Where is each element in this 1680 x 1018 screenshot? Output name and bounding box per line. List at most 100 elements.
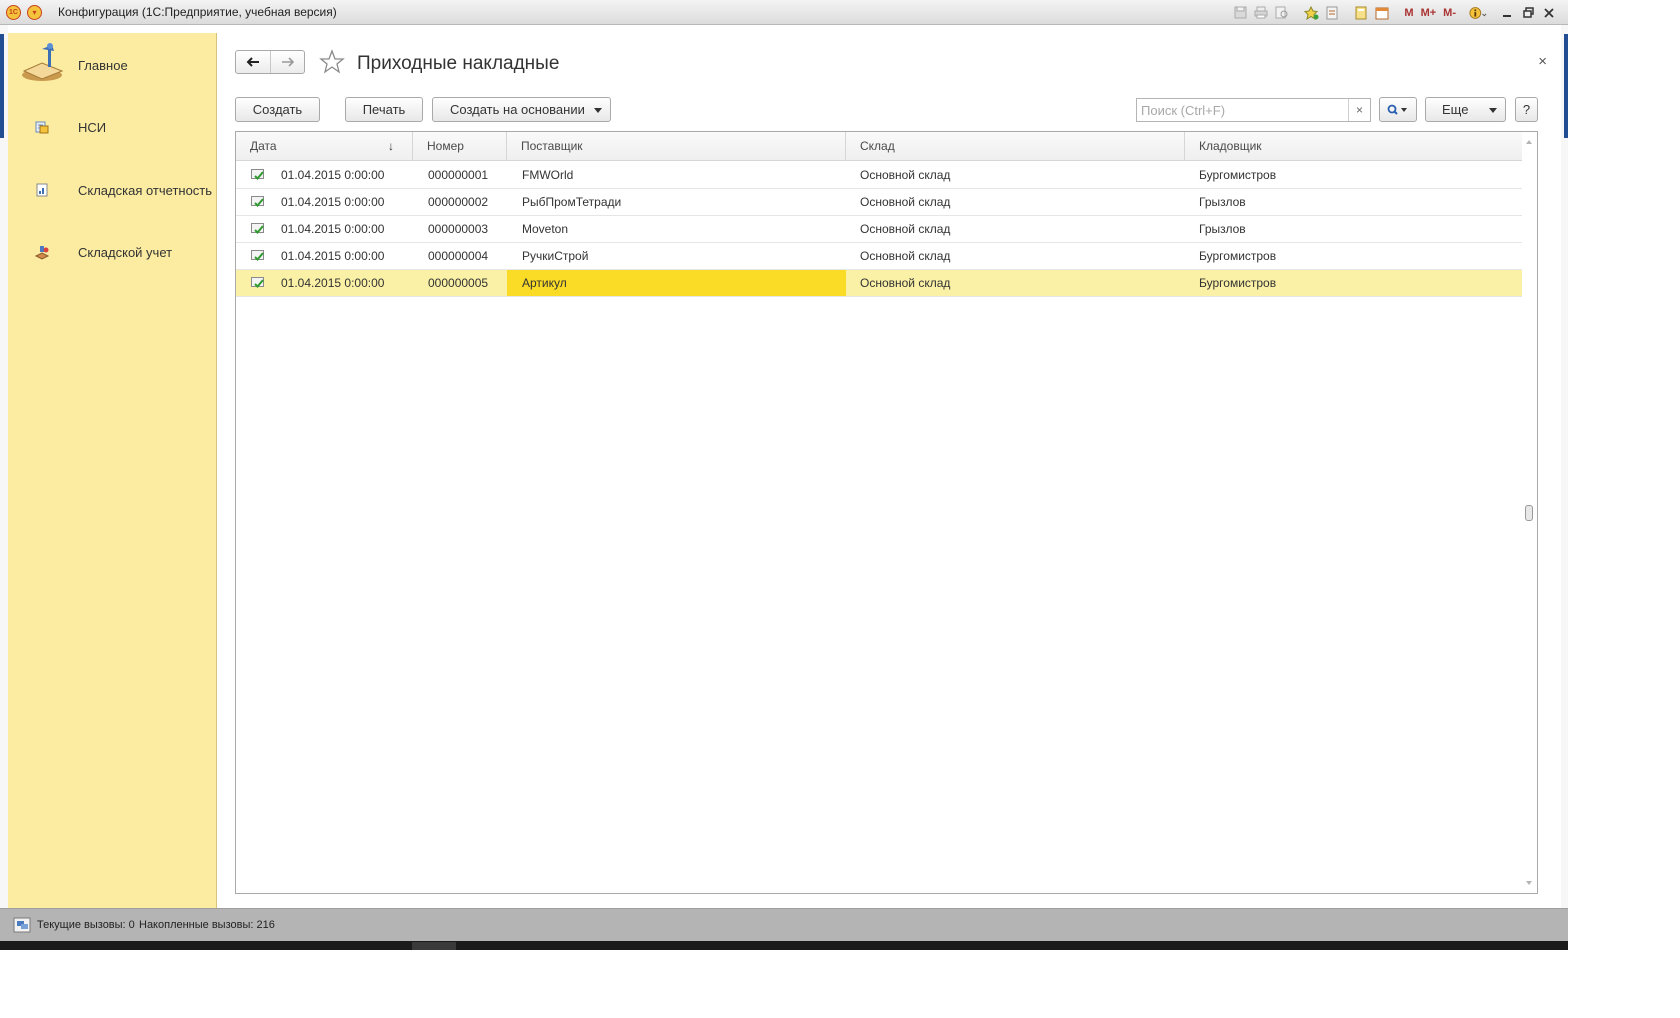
- cell-storekeeper[interactable]: Бургомистров: [1185, 162, 1523, 188]
- current-calls-text: Текущие вызовы: 0: [37, 919, 135, 931]
- column-header-storekeeper[interactable]: Кладовщик: [1185, 132, 1523, 161]
- vertical-scrollbar[interactable]: [1522, 132, 1537, 893]
- cell-supplier[interactable]: Moveton: [507, 216, 846, 242]
- link-icon[interactable]: [1323, 4, 1341, 22]
- cell-storekeeper[interactable]: Грызлов: [1185, 216, 1523, 242]
- documents-table[interactable]: Дата ↓ Номер Поставщик Склад Кладовщик 0…: [235, 131, 1538, 894]
- posted-document-icon: [251, 277, 264, 288]
- cell-storekeeper[interactable]: Грызлов: [1185, 189, 1523, 215]
- memory-button[interactable]: M: [1402, 4, 1415, 22]
- cell-number[interactable]: 000000003: [428, 216, 507, 242]
- back-button[interactable]: [236, 51, 270, 73]
- memory-add-button[interactable]: M+: [1419, 4, 1439, 22]
- section-item-nsi[interactable]: НСИ: [8, 107, 217, 147]
- scroll-down-icon[interactable]: [1526, 881, 1532, 885]
- search-clear-button[interactable]: ×: [1348, 99, 1370, 121]
- cell-warehouse[interactable]: Основной склад: [846, 243, 1185, 269]
- home-desk-icon: [22, 43, 64, 81]
- section-item-warehouse-reports[interactable]: Складская отчетность: [8, 170, 217, 210]
- print-button[interactable]: Печать: [345, 97, 423, 122]
- print-icon[interactable]: [1252, 4, 1270, 22]
- restore-icon[interactable]: [1519, 4, 1537, 22]
- column-header-warehouse[interactable]: Склад: [846, 132, 1185, 161]
- form-area: Приходные накладные × Создать Печать Соз…: [217, 33, 1561, 908]
- cell-date[interactable]: 01.04.2015 0:00:00: [281, 216, 413, 242]
- cell-warehouse[interactable]: Основной склад: [846, 162, 1185, 188]
- preview-icon[interactable]: [1273, 4, 1291, 22]
- page-title: Приходные накладные: [357, 53, 560, 74]
- sort-descending-icon: ↓: [388, 139, 394, 153]
- create-button[interactable]: Создать: [235, 97, 320, 122]
- column-header-supplier[interactable]: Поставщик: [507, 132, 846, 161]
- memory-subtract-button[interactable]: M-: [1441, 4, 1458, 22]
- cell-date[interactable]: 01.04.2015 0:00:00: [281, 243, 413, 269]
- search-input[interactable]: [1137, 99, 1349, 121]
- report-chart-icon: [36, 183, 48, 197]
- table-row[interactable]: 01.04.2015 0:00:00 000000001 FMWOrld Основн…: [236, 162, 1523, 189]
- print-button-label: Печать: [362, 102, 406, 117]
- main-menu-icon[interactable]: ▾: [27, 5, 42, 20]
- forward-button[interactable]: [270, 51, 304, 73]
- cell-number[interactable]: 000000005: [428, 270, 507, 296]
- cell-date[interactable]: 01.04.2015 0:00:00: [281, 270, 413, 296]
- favorites-add-icon[interactable]: [1302, 4, 1320, 22]
- search-field: ×: [1136, 98, 1371, 122]
- cell-supplier[interactable]: РыбПромТетради: [507, 189, 846, 215]
- search-options-button[interactable]: [1379, 97, 1417, 122]
- taskbar-item[interactable]: [412, 942, 456, 950]
- save-icon[interactable]: [1231, 4, 1249, 22]
- section-item-warehouse-accounting[interactable]: Складской учет: [8, 232, 217, 272]
- chevron-down-icon: [1489, 108, 1497, 113]
- more-button-label: Еще: [1442, 102, 1469, 117]
- section-item-main[interactable]: Главное: [8, 43, 217, 85]
- window-title: Конфигурация (1С:Предприятие, учебная ве…: [58, 5, 337, 19]
- accumulated-calls-text: Накопленные вызовы: 216: [139, 919, 275, 931]
- status-bar: Текущие вызовы: 0 Накопленные вызовы: 21…: [0, 908, 1568, 941]
- cell-date[interactable]: 01.04.2015 0:00:00: [281, 189, 413, 215]
- cell-supplier[interactable]: РучкиСтрой: [507, 243, 846, 269]
- title-bar: 1C ▾ Конфигурация (1С:Предприятие, учебн…: [0, 0, 1568, 25]
- section-label: Складская отчетность: [78, 183, 213, 198]
- left-border: [0, 25, 8, 908]
- scroll-thumb[interactable]: [1525, 505, 1533, 521]
- favorite-star-icon[interactable]: [319, 49, 345, 79]
- table-row[interactable]: 01.04.2015 0:00:00 000000003 Moveton Основн…: [236, 216, 1523, 243]
- column-header-date[interactable]: Дата ↓: [236, 132, 413, 161]
- cell-supplier[interactable]: Артикул: [507, 270, 846, 296]
- scroll-up-icon[interactable]: [1526, 140, 1532, 144]
- column-header-number[interactable]: Номер: [413, 132, 507, 161]
- minimize-icon[interactable]: [1498, 4, 1516, 22]
- cell-supplier[interactable]: FMWOrld: [507, 162, 846, 188]
- cell-warehouse[interactable]: Основной склад: [846, 216, 1185, 242]
- column-header-label: Кладовщик: [1199, 139, 1262, 153]
- table-row[interactable]: 01.04.2015 0:00:00 000000005 Артикул Основн…: [236, 270, 1523, 297]
- calculator-icon[interactable]: [1352, 4, 1370, 22]
- more-button[interactable]: Еще: [1425, 97, 1506, 122]
- form-close-button[interactable]: ×: [1538, 53, 1547, 70]
- help-button[interactable]: ?: [1515, 97, 1538, 122]
- posted-document-icon: [251, 250, 264, 261]
- app-logo-icon[interactable]: 1C: [6, 5, 21, 20]
- sections-panel: Главное НСИ Складская отчетность Складск…: [8, 33, 217, 908]
- cell-number[interactable]: 000000001: [428, 162, 507, 188]
- cell-warehouse[interactable]: Основной склад: [846, 270, 1185, 296]
- cell-warehouse[interactable]: Основной склад: [846, 189, 1185, 215]
- cell-number[interactable]: 000000004: [428, 243, 507, 269]
- info-icon[interactable]: [1469, 4, 1487, 22]
- cell-date[interactable]: 01.04.2015 0:00:00: [281, 162, 413, 188]
- column-header-label: Поставщик: [521, 139, 583, 153]
- navigation-buttons: [235, 50, 305, 74]
- table-row[interactable]: 01.04.2015 0:00:00 000000002 РыбПромТетрад…: [236, 189, 1523, 216]
- create-based-on-button[interactable]: Создать на основании: [432, 97, 611, 122]
- window-close-icon[interactable]: [1540, 4, 1558, 22]
- create-button-label: Создать: [252, 102, 303, 117]
- posted-document-icon: [251, 196, 264, 207]
- cell-number[interactable]: 000000002: [428, 189, 507, 215]
- cell-storekeeper[interactable]: Бургомистров: [1185, 270, 1523, 296]
- section-label: НСИ: [78, 120, 107, 135]
- calendar-icon[interactable]: [1373, 4, 1391, 22]
- section-label: Главное: [78, 58, 128, 73]
- cell-storekeeper[interactable]: Бургомистров: [1185, 243, 1523, 269]
- table-row[interactable]: 01.04.2015 0:00:00 000000004 РучкиСтрой Осн…: [236, 243, 1523, 270]
- server-calls-icon[interactable]: [13, 917, 31, 933]
